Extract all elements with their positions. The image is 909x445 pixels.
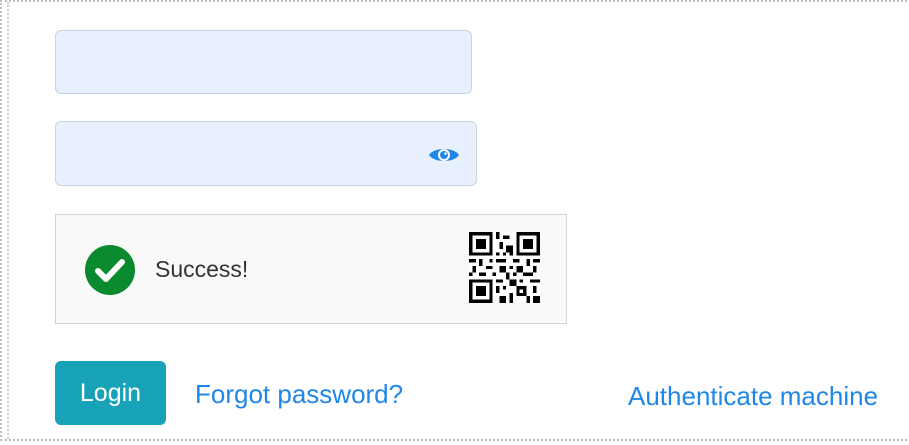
username-input[interactable] — [56, 31, 471, 93]
checkmark-circle-icon — [85, 245, 135, 295]
authenticate-machine-link[interactable]: Authenticate machine — [628, 381, 878, 412]
qr-code-icon — [469, 232, 540, 303]
login-button[interactable]: Login — [55, 361, 166, 425]
eye-icon[interactable] — [428, 145, 460, 165]
password-field-container — [55, 121, 477, 186]
captcha-widget[interactable]: Success! — [55, 214, 567, 324]
password-input[interactable] — [56, 122, 476, 185]
captcha-status-text: Success! — [155, 256, 249, 282]
forgot-password-link[interactable]: Forgot password? — [195, 379, 403, 410]
username-field-container — [55, 30, 472, 94]
